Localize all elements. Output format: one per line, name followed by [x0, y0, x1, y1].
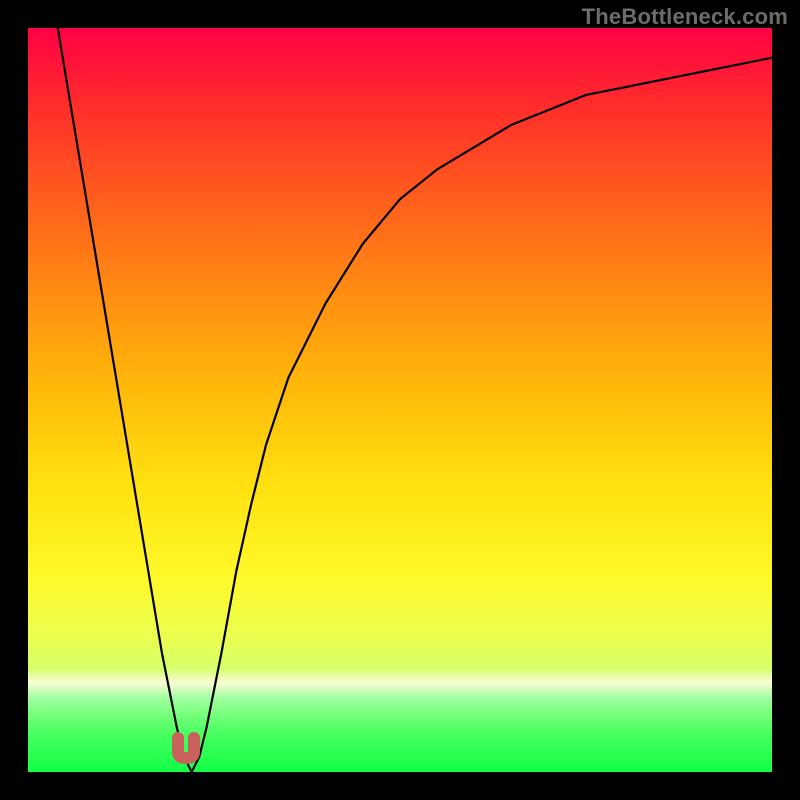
chart-canvas: TheBottleneck.com: [0, 0, 800, 800]
plot-area: [28, 28, 772, 772]
u-marker-icon: [170, 732, 202, 764]
minimum-marker: [170, 732, 202, 764]
bottleneck-curve: [28, 28, 772, 772]
watermark-text: TheBottleneck.com: [582, 4, 788, 30]
curve-path: [58, 28, 772, 772]
